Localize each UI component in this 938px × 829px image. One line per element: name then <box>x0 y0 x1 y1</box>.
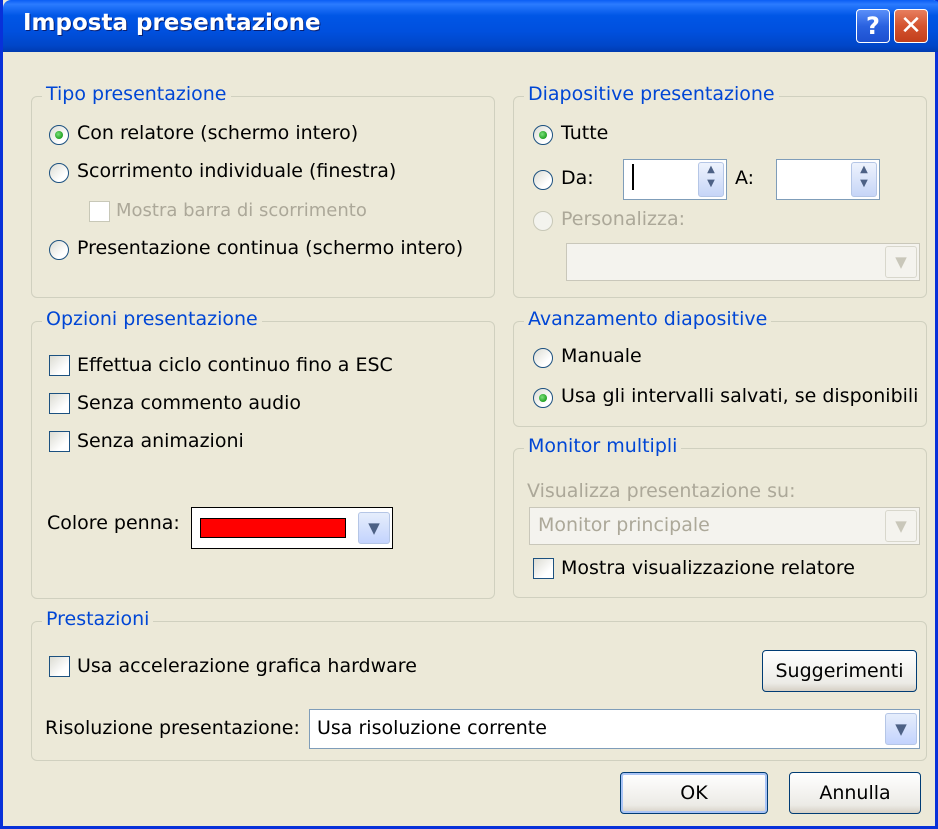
monitor-legend: Monitor multipli <box>524 435 682 457</box>
radio-con-relatore[interactable] <box>49 125 69 145</box>
checkbox-senza-animazioni[interactable] <box>49 431 70 452</box>
chevron-down-icon[interactable]: ▼ <box>885 713 917 745</box>
checkbox-accelerazione-hardware[interactable] <box>49 656 70 677</box>
tipo-presentazione-legend: Tipo presentazione <box>42 83 231 105</box>
radio-intervalli-salvati[interactable] <box>533 388 553 408</box>
radio-presentazione-continua-label[interactable]: Presentazione continua (schermo intero) <box>77 237 463 259</box>
avanzamento-legend: Avanzamento diapositive <box>524 308 772 330</box>
suggerimenti-button[interactable]: Suggerimenti <box>762 650 917 692</box>
radio-manuale[interactable] <box>533 348 553 368</box>
to-label: A: <box>735 167 755 189</box>
chevron-down-icon[interactable]: ▼ <box>358 512 390 544</box>
checkbox-senza-animazioni-label[interactable]: Senza animazioni <box>77 430 244 452</box>
checkbox-accelerazione-hardware-label[interactable]: Usa accelerazione grafica hardware <box>77 655 417 677</box>
monitor-show-on-label: Visualizza presentazione su: <box>527 480 796 502</box>
radio-scorrimento-individuale-label[interactable]: Scorrimento individuale (finestra) <box>77 160 396 182</box>
dialog-window: Imposta presentazione ? ✕ Tipo presentaz… <box>0 0 938 829</box>
help-button[interactable]: ? <box>856 9 890 43</box>
cancel-button[interactable]: Annulla <box>789 772 921 814</box>
close-button[interactable]: ✕ <box>894 9 928 43</box>
monitor-dropdown: Monitor principale ▼ <box>529 507 920 545</box>
resolution-dropdown[interactable]: Usa risoluzione corrente ▼ <box>309 709 920 749</box>
radio-da-label[interactable]: Da: <box>561 167 594 189</box>
pen-color-label: Colore penna: <box>47 512 180 534</box>
avanzamento-group: Avanzamento diapositive <box>513 308 927 427</box>
radio-intervalli-salvati-label[interactable]: Usa gli intervalli salvati, se disponibi… <box>561 385 918 407</box>
ok-button[interactable]: OK <box>620 772 768 814</box>
opzioni-legend: Opzioni presentazione <box>42 308 262 330</box>
checkbox-ciclo-continuo-label[interactable]: Effettua ciclo continuo fino a ESC <box>77 354 393 376</box>
radio-scorrimento-individuale[interactable] <box>49 163 69 183</box>
radio-personalizza-label: Personalizza: <box>561 208 686 230</box>
checkbox-visualizzazione-relatore-label[interactable]: Mostra visualizzazione relatore <box>561 557 855 579</box>
from-slide-spinner[interactable]: ▲ ▼ <box>623 159 727 200</box>
radio-presentazione-continua[interactable] <box>49 240 69 260</box>
radio-con-relatore-label[interactable]: Con relatore (schermo intero) <box>77 122 358 144</box>
resolution-label: Risoluzione presentazione: <box>45 717 300 739</box>
radio-da[interactable] <box>533 170 553 190</box>
checkbox-mostra-barra-label: Mostra barra di scorrimento <box>116 200 367 221</box>
radio-tutte-label[interactable]: Tutte <box>561 122 608 144</box>
checkbox-visualizzazione-relatore[interactable] <box>533 558 554 579</box>
radio-tutte[interactable] <box>533 125 553 145</box>
diapositive-legend: Diapositive presentazione <box>524 83 779 105</box>
monitor-dropdown-value: Monitor principale <box>538 514 710 536</box>
radio-personalizza <box>533 211 553 231</box>
chevron-down-icon: ▼ <box>885 510 917 542</box>
prestazioni-legend: Prestazioni <box>42 608 154 630</box>
checkbox-senza-commento-label[interactable]: Senza commento audio <box>77 392 301 414</box>
to-slide-spinner[interactable]: ▲ ▼ <box>776 159 880 200</box>
checkbox-ciclo-continuo[interactable] <box>49 355 70 376</box>
spin-arrows-icon[interactable]: ▲ ▼ <box>851 162 877 197</box>
resolution-dropdown-value: Usa risoluzione corrente <box>317 717 547 739</box>
pen-color-swatch <box>200 518 346 538</box>
radio-manuale-label[interactable]: Manuale <box>561 345 642 367</box>
pen-color-picker[interactable]: ▼ <box>191 507 393 549</box>
text-caret <box>632 164 634 190</box>
title-bar[interactable]: Imposta presentazione ? ✕ <box>3 0 938 52</box>
custom-show-dropdown: ▼ <box>566 243 920 281</box>
checkbox-mostra-barra <box>89 201 110 222</box>
dialog-title: Imposta presentazione <box>23 10 321 36</box>
checkbox-senza-commento[interactable] <box>49 393 70 414</box>
chevron-down-icon: ▼ <box>885 246 917 278</box>
spin-arrows-icon[interactable]: ▲ ▼ <box>698 162 724 197</box>
